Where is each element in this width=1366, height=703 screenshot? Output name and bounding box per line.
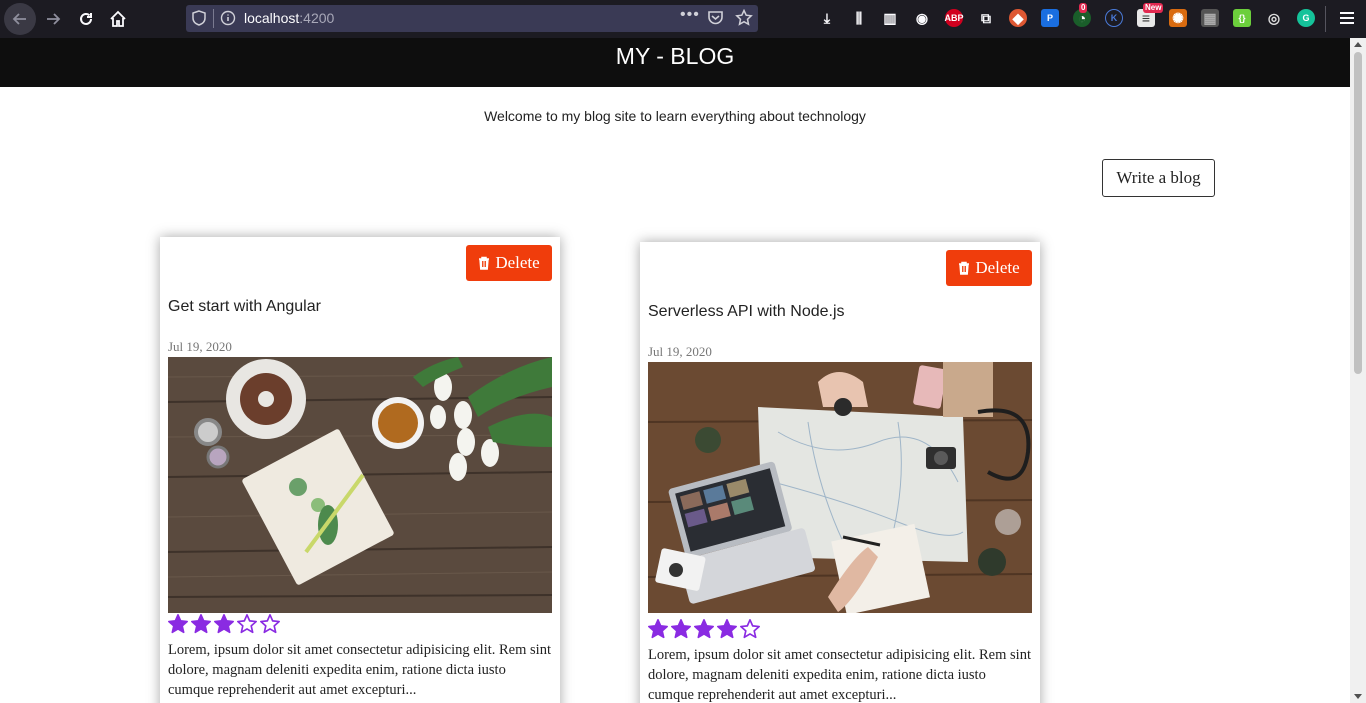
shield-icon[interactable] — [192, 10, 206, 26]
blog-card[interactable]: Delete Get start with Angular Jul 19, 20… — [160, 237, 560, 703]
page-actions-icon[interactable]: ••• — [680, 6, 700, 24]
menu-icon[interactable] — [1340, 12, 1354, 27]
post-date: Jul 19, 2020 — [648, 344, 712, 359]
address-bar[interactable]: localhost:4200 ••• — [186, 5, 758, 32]
arrow-left-icon — [12, 13, 26, 25]
duckduckgo-icon[interactable]: ◆ — [1009, 9, 1027, 27]
trash-icon — [959, 261, 970, 275]
post-title[interactable]: Serverless API with Node.js — [648, 303, 845, 321]
post-date: Jul 19, 2020 — [168, 339, 232, 354]
screenshot-icon[interactable]: ⧉ — [977, 9, 995, 27]
reload-icon — [80, 12, 92, 25]
write-blog-button[interactable]: Write a blog — [1102, 159, 1215, 197]
delete-button[interactable]: Delete — [946, 250, 1032, 286]
url-host: localhost — [244, 10, 300, 26]
toolbar-separator — [1325, 6, 1326, 32]
library-icon[interactable]: ⫼ — [850, 9, 868, 27]
star-empty-icon — [739, 618, 761, 645]
scroll-up-icon[interactable] — [1354, 42, 1362, 47]
extension-green-icon[interactable]: ◔ 0 — [1073, 3, 1091, 27]
scroll-thumb[interactable] — [1354, 52, 1362, 374]
scroll-down-icon[interactable] — [1354, 694, 1362, 699]
reload-button[interactable] — [70, 3, 102, 35]
k-extension-icon[interactable]: K — [1105, 9, 1123, 27]
blog-card[interactable]: Delete Serverless API with Node.js Jul 1… — [640, 242, 1040, 703]
url-port: :4200 — [299, 10, 335, 26]
info-icon[interactable] — [220, 10, 236, 26]
delete-label: Delete — [495, 253, 540, 272]
star-filled-icon — [670, 618, 692, 645]
home-icon — [110, 10, 126, 27]
star-filled-icon — [167, 613, 189, 640]
post-image — [648, 362, 1032, 618]
adblock-icon[interactable]: ABP — [945, 9, 964, 27]
post-excerpt: Lorem, ipsum dolor sit amet consectetur … — [168, 642, 551, 698]
bookmark-star-icon[interactable] — [735, 9, 753, 27]
delete-button[interactable]: Delete — [466, 245, 552, 281]
star-empty-icon — [259, 613, 281, 640]
rating-stars — [647, 618, 761, 645]
delete-label: Delete — [975, 258, 1020, 277]
extension-badge: 0 — [1079, 3, 1088, 13]
welcome-text: Welcome to my blog site to learn everyth… — [484, 108, 866, 124]
post-excerpt: Lorem, ipsum dolor sit amet consectetur … — [648, 647, 1031, 703]
site-header: MY - BLOG — [0, 38, 1350, 87]
eye-extension-icon[interactable]: ◎ — [1265, 9, 1283, 27]
star-filled-icon — [647, 618, 669, 645]
forward-button[interactable] — [37, 3, 69, 35]
home-button[interactable] — [102, 3, 134, 35]
urlbar-separator — [213, 9, 214, 28]
back-button[interactable] — [4, 3, 36, 35]
rating-stars — [167, 613, 281, 640]
post-title[interactable]: Get start with Angular — [168, 298, 321, 316]
star-filled-icon — [190, 613, 212, 640]
news-extension-icon[interactable]: ≡ New — [1137, 3, 1164, 27]
gray-extension-icon[interactable]: ▦ — [1201, 9, 1219, 27]
grammarly-icon[interactable]: G — [1297, 9, 1315, 27]
pocket-icon[interactable] — [707, 10, 724, 26]
account-icon[interactable]: ◉ — [913, 9, 931, 27]
post-image — [168, 357, 552, 613]
star-empty-icon — [236, 613, 258, 640]
download-icon[interactable]: ⤓ — [818, 9, 836, 27]
orange-extension-icon[interactable]: ✺ — [1169, 9, 1187, 27]
arrow-right-icon — [47, 13, 61, 25]
trash-icon — [479, 256, 490, 270]
browser-toolbar: localhost:4200 ••• ⤓ ⫼ ▥ ◉ ABP ⧉ ◆ P ◔ 0 K ≡ New ✺ ▦ {}… — [0, 0, 1366, 38]
site-title: MY - BLOG — [615, 43, 735, 69]
extension-badge: New — [1143, 3, 1164, 13]
star-filled-icon — [693, 618, 715, 645]
sidebar-icon[interactable]: ▥ — [881, 9, 899, 27]
star-filled-icon — [213, 613, 235, 640]
url-text[interactable]: localhost:4200 — [244, 10, 334, 26]
star-filled-icon — [716, 618, 738, 645]
json-viewer-icon[interactable]: {} — [1233, 9, 1251, 27]
page-scrollbar[interactable] — [1350, 38, 1366, 703]
pocket-p-icon[interactable]: P — [1041, 9, 1059, 27]
